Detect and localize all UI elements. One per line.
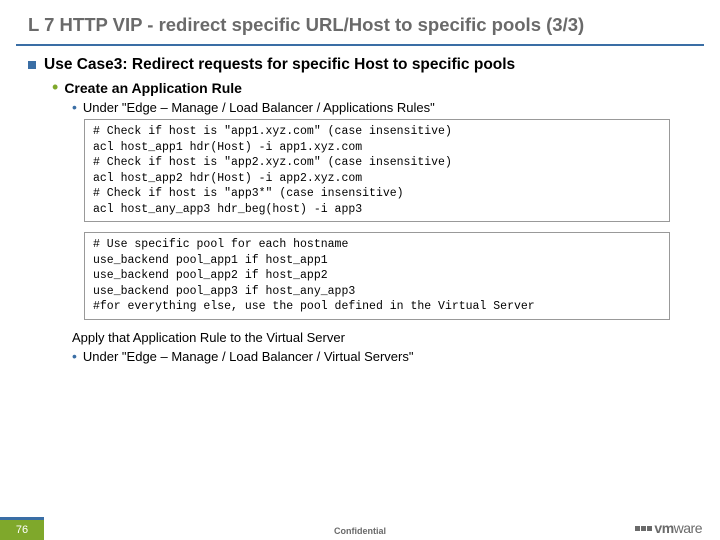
code-line: # Check if host is "app2.xyz.com" (case … [93,155,661,171]
logo-text: vmware [654,520,702,536]
square-bullet-icon [28,61,36,69]
code-block-1: # Check if host is "app1.xyz.com" (case … [84,119,670,222]
code-line: acl host_app1 hdr(Host) -i app1.xyz.com [93,140,661,156]
code-line: # Check if host is "app1.xyz.com" (case … [93,124,661,140]
footer: 76 Confidential vmware [0,512,720,540]
code-line: #for everything else, use the pool defin… [93,299,661,315]
create-rule-item: • Create an Application Rule [52,80,700,96]
use-case-heading: Use Case3: Redirect requests for specifi… [28,56,700,74]
apply-rule-text: Apply that Application Rule to the Virtu… [72,330,700,345]
under-apprules-item: • Under "Edge – Manage / Load Balancer /… [72,100,700,115]
under-apprules-text: Under "Edge – Manage / Load Balancer / A… [83,100,435,115]
dot-bullet-icon: • [52,80,58,94]
use-case-text: Use Case3: Redirect requests for specifi… [44,56,515,74]
create-rule-text: Create an Application Rule [64,80,242,96]
code-line: use_backend pool_app3 if host_any_app3 [93,284,661,300]
code-block-2: # Use specific pool for each hostname us… [84,232,670,320]
under-vs-item: • Under "Edge – Manage / Load Balancer /… [72,349,700,364]
code-line: # Check if host is "app3*" (case insensi… [93,186,661,202]
code-line: acl host_app2 hdr(Host) -i app2.xyz.com [93,171,661,187]
dot-bullet-icon: • [72,100,77,114]
dot-bullet-icon: • [72,349,77,363]
code-line: acl host_any_app3 hdr_beg(host) -i app3 [93,202,661,218]
content-area: Use Case3: Redirect requests for specifi… [0,46,720,364]
vmware-logo: vmware [635,520,702,536]
logo-boxes-icon [635,526,652,531]
confidential-label: Confidential [0,526,720,536]
code-line: use_backend pool_app1 if host_app1 [93,253,661,269]
under-vs-text: Under "Edge – Manage / Load Balancer / V… [83,349,414,364]
slide-title: L 7 HTTP VIP - redirect specific URL/Hos… [0,0,720,44]
code-line: use_backend pool_app2 if host_app2 [93,268,661,284]
code-line: # Use specific pool for each hostname [93,237,661,253]
